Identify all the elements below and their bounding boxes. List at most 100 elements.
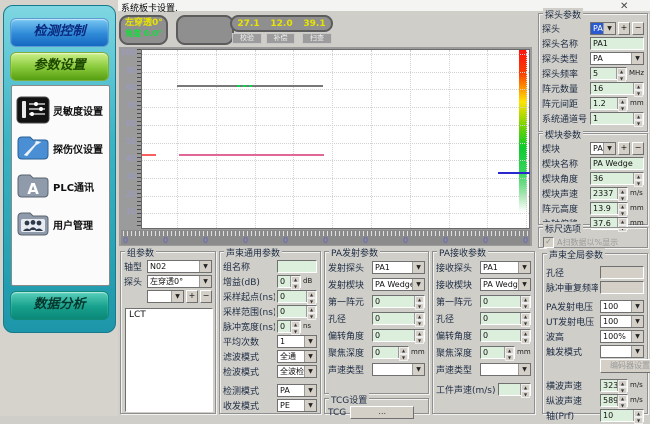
tx-focus-depth[interactable]: 0▲▼ xyxy=(372,346,409,359)
probe-status-display[interactable]: 左穿透0° 角度 0.0° xyxy=(119,15,168,45)
tx-steer-angle[interactable]: 0▲▼ xyxy=(372,329,425,342)
chevron-down-icon[interactable]: ▼ xyxy=(171,291,183,302)
spin-down-icon[interactable]: ▼ xyxy=(521,320,530,327)
rx-probe-select[interactable]: PA1▼ xyxy=(480,261,531,274)
element-height[interactable]: 13.9▲▼ xyxy=(590,202,628,215)
ut-voltage[interactable]: 100▼ xyxy=(600,315,644,328)
chevron-down-icon[interactable]: ▼ xyxy=(304,400,316,411)
group-name-field[interactable] xyxy=(277,260,317,273)
spin-down-icon[interactable]: ▼ xyxy=(399,354,408,361)
txrx-mode[interactable]: PE▼ xyxy=(277,399,317,412)
encoder-settings-button[interactable]: 编码器设置 xyxy=(600,359,650,373)
spin-down-icon[interactable]: ▼ xyxy=(307,298,316,305)
chevron-down-icon[interactable]: ▼ xyxy=(412,279,424,290)
add-button[interactable]: + xyxy=(618,22,630,35)
wedge-angle[interactable]: 36▲▼ xyxy=(590,172,644,185)
spin-down-icon[interactable]: ▼ xyxy=(618,387,627,394)
filter-mode[interactable]: 全通▼ xyxy=(277,350,317,363)
element-height-spinner[interactable]: ▲▼ xyxy=(617,203,627,214)
spin-up-icon[interactable]: ▲ xyxy=(618,98,627,105)
long-velocity-spinner[interactable]: ▲▼ xyxy=(617,395,627,406)
spin-down-icon[interactable]: ▼ xyxy=(415,303,424,310)
probe-type-select[interactable]: PA▼ xyxy=(590,52,644,65)
spin-up-icon[interactable]: ▲ xyxy=(634,173,643,180)
axis-prf[interactable]: 10▲▼ xyxy=(600,409,644,422)
system-channel-spinner[interactable]: ▲▼ xyxy=(633,113,643,124)
scan-button[interactable]: 扫查 xyxy=(302,33,332,44)
chevron-down-icon[interactable]: ▼ xyxy=(631,316,643,327)
chevron-down-icon[interactable]: ▼ xyxy=(304,385,316,396)
axis-prf-spinner[interactable]: ▲▼ xyxy=(633,410,643,421)
tx-aperture-spinner[interactable]: ▲▼ xyxy=(414,313,424,324)
spin-up-icon[interactable]: ▲ xyxy=(618,218,627,225)
spin-up-icon[interactable]: ▲ xyxy=(618,380,627,387)
spin-up-icon[interactable]: ▲ xyxy=(634,410,643,417)
ascan-percent-checkbox[interactable]: ✓ xyxy=(543,237,554,248)
wedge-velocity-spinner[interactable]: ▲▼ xyxy=(617,188,627,199)
spin-down-icon[interactable]: ▼ xyxy=(415,320,424,327)
group-list[interactable]: LCT xyxy=(125,308,213,412)
rx-focus-depth[interactable]: 0▲▼ xyxy=(480,346,515,359)
group-list-item[interactable]: LCT xyxy=(126,309,212,321)
wedge-name-field[interactable]: PA Wedge xyxy=(590,157,644,170)
spin-up-icon[interactable]: ▲ xyxy=(399,347,408,354)
sidebar-item-users[interactable]: 用户管理 xyxy=(16,210,93,238)
close-icon[interactable]: ✕ xyxy=(620,1,628,12)
chevron-down-icon[interactable]: ▼ xyxy=(412,364,424,375)
spin-down-icon[interactable]: ▼ xyxy=(307,313,316,320)
spin-up-icon[interactable]: ▲ xyxy=(415,330,424,337)
spin-up-icon[interactable]: ▲ xyxy=(521,384,530,391)
rx-aperture-spinner[interactable]: ▲▼ xyxy=(520,313,530,324)
compensate-button[interactable]: 补偿 xyxy=(266,33,295,44)
spin-down-icon[interactable]: ▼ xyxy=(521,391,530,398)
shear-velocity[interactable]: 3239▲▼ xyxy=(600,379,628,392)
tx-wedge-select[interactable]: PA Wedge▼ xyxy=(372,278,425,291)
rx-first-element[interactable]: 0▲▼ xyxy=(480,295,531,308)
data-analysis-button[interactable]: 数据分析 xyxy=(10,291,109,320)
pulse-width-spinner[interactable]: ▲▼ xyxy=(290,321,300,332)
part-velocity-spinner[interactable]: ▲▼ xyxy=(520,384,530,395)
average-count[interactable]: 1▼ xyxy=(277,335,317,348)
tcg-ellipsis-button[interactable]: ... xyxy=(350,406,414,419)
chevron-down-icon[interactable]: ▼ xyxy=(631,53,643,64)
chevron-down-icon[interactable]: ▼ xyxy=(199,276,211,287)
group-probe-select[interactable]: 左穿透0°▼ xyxy=(147,275,212,288)
sample-range-spinner[interactable]: ▲▼ xyxy=(306,306,316,317)
rx-steer-angle-spinner[interactable]: ▲▼ xyxy=(520,330,530,341)
spin-up-icon[interactable]: ▲ xyxy=(521,296,530,303)
rectify-mode[interactable]: 全波检波▼ xyxy=(277,365,317,378)
spin-down-icon[interactable]: ▼ xyxy=(617,75,626,82)
spin-down-icon[interactable]: ▼ xyxy=(291,328,300,335)
spin-up-icon[interactable]: ▲ xyxy=(505,347,514,354)
wave-height[interactable]: 100%▼ xyxy=(600,330,644,343)
wedge-velocity[interactable]: 2337▲▼ xyxy=(590,187,628,200)
remove-button[interactable]: − xyxy=(200,290,212,303)
tx-velocity-type[interactable]: ▼ xyxy=(372,363,425,376)
pulse-width[interactable]: 0▲▼ xyxy=(277,320,301,333)
spin-up-icon[interactable]: ▲ xyxy=(618,395,627,402)
spin-down-icon[interactable]: ▼ xyxy=(634,180,643,187)
spin-down-icon[interactable]: ▼ xyxy=(634,90,643,97)
gain-spinner[interactable]: ▲▼ xyxy=(290,276,300,287)
spin-up-icon[interactable]: ▲ xyxy=(618,203,627,210)
gate-magenta[interactable] xyxy=(179,154,324,156)
chevron-down-icon[interactable]: ▼ xyxy=(304,351,316,362)
chevron-down-icon[interactable]: ▼ xyxy=(518,279,530,290)
rx-first-element-spinner[interactable]: ▲▼ xyxy=(520,296,530,307)
tx-probe-select[interactable]: PA1▼ xyxy=(372,261,425,274)
chevron-down-icon[interactable]: ▼ xyxy=(631,301,643,312)
probe-select[interactable]: PA1▼ xyxy=(590,22,616,35)
remove-button[interactable]: − xyxy=(632,22,644,35)
add-button[interactable]: + xyxy=(618,142,630,155)
sample-start-spinner[interactable]: ▲▼ xyxy=(306,291,316,302)
spin-down-icon[interactable]: ▼ xyxy=(618,105,627,112)
rx-focus-depth-spinner[interactable]: ▲▼ xyxy=(504,347,514,358)
spin-up-icon[interactable]: ▲ xyxy=(415,313,424,320)
gate-green-segment[interactable] xyxy=(237,85,255,87)
detect-mode[interactable]: PA▼ xyxy=(277,384,317,397)
spin-down-icon[interactable]: ▼ xyxy=(618,195,627,202)
chevron-down-icon[interactable]: ▼ xyxy=(412,262,424,273)
pa-voltage[interactable]: 100▼ xyxy=(600,300,644,313)
chevron-down-icon[interactable]: ▼ xyxy=(518,364,530,375)
element-count[interactable]: 16▲▼ xyxy=(590,82,644,95)
